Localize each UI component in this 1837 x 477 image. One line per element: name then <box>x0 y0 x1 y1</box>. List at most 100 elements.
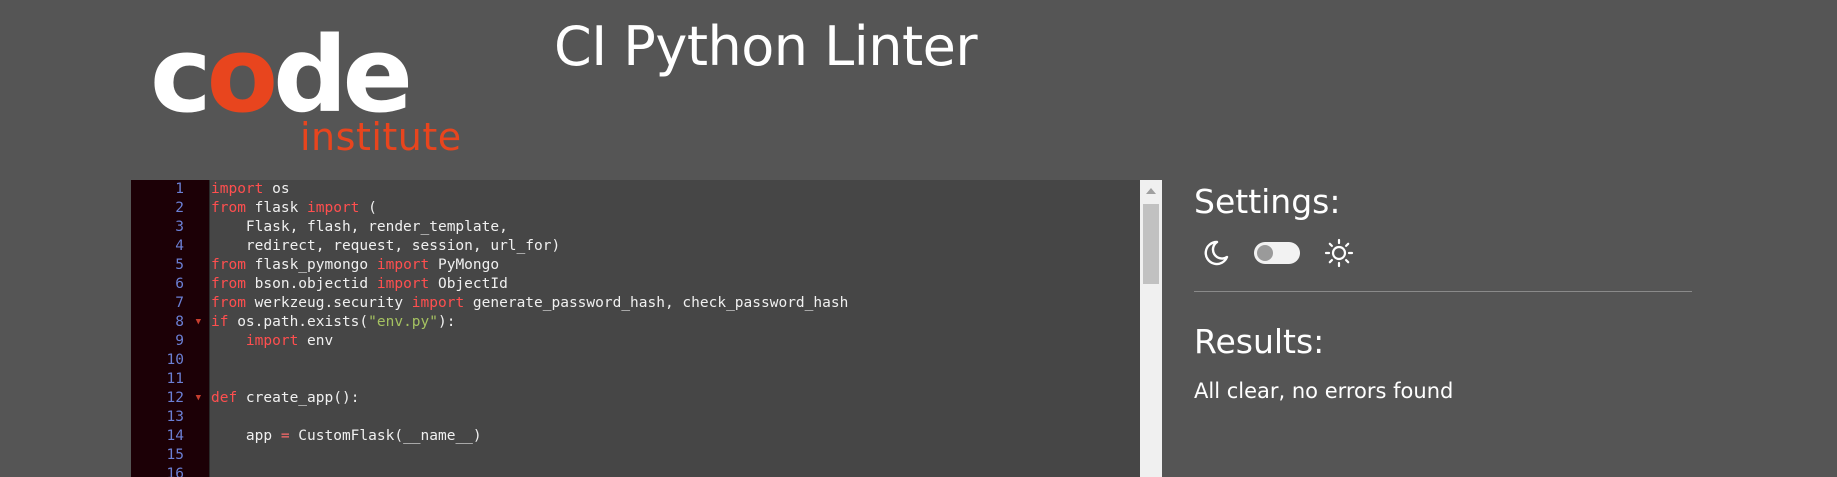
toggle-knob <box>1257 245 1273 261</box>
line-number-text: 3 <box>175 219 184 235</box>
code-line[interactable] <box>211 408 1140 427</box>
code-token: app <box>211 428 281 444</box>
code-keyword: import <box>411 295 465 311</box>
code-keyword: import <box>307 200 360 216</box>
sun-icon[interactable] <box>1324 238 1354 268</box>
line-number-text: 1 <box>175 181 184 197</box>
code-token: os.path.exists( <box>228 314 369 330</box>
line-number: 7 <box>131 294 209 313</box>
line-number-text: 4 <box>175 238 184 254</box>
line-number: 4 <box>131 237 209 256</box>
line-number-text: 13 <box>166 409 184 425</box>
code-token: ( <box>359 200 377 216</box>
code-line[interactable]: if os.path.exists("env.py"): <box>211 313 1140 332</box>
theme-settings-row <box>1200 237 1354 269</box>
line-number-text: 12 <box>166 390 184 406</box>
code-line[interactable]: from flask import ( <box>211 199 1140 218</box>
line-number: 15 <box>131 446 209 465</box>
line-number-text: 9 <box>175 333 184 349</box>
line-number: 6 <box>131 275 209 294</box>
moon-icon[interactable] <box>1200 238 1230 268</box>
line-number-text: 16 <box>166 466 184 477</box>
code-line[interactable]: from bson.objectid import ObjectId <box>211 275 1140 294</box>
code-line[interactable]: redirect, request, session, url_for) <box>211 237 1140 256</box>
code-line[interactable] <box>211 465 1140 477</box>
code-token: bson.objectid <box>245 276 377 292</box>
code-token: ObjectId <box>429 276 508 292</box>
code-token: werkzeug.security <box>245 295 412 311</box>
code-line[interactable] <box>211 446 1140 465</box>
code-token: ): <box>438 314 456 330</box>
code-line[interactable]: def create_app(): <box>211 389 1140 408</box>
code-token: CustomFlask(__name__) <box>289 428 482 444</box>
line-number: 16 <box>131 465 209 477</box>
line-number-text: 7 <box>175 295 184 311</box>
line-number-text: 10 <box>166 352 184 368</box>
fold-arrow-icon[interactable]: ▼ <box>196 389 201 408</box>
code-line[interactable] <box>211 370 1140 389</box>
code-line[interactable]: Flask, flash, render_template, <box>211 218 1140 237</box>
line-number-gutter: 1 2 3 4 5 6 7 8 ▼ 9 10 11 12 ▼ 13 14 15 16 <box>131 180 210 477</box>
scroll-up-arrow-icon[interactable] <box>1140 184 1162 198</box>
code-line[interactable] <box>211 351 1140 370</box>
editor-scrollbar[interactable] <box>1140 180 1162 477</box>
code-token: os <box>263 181 290 197</box>
line-number: 13 <box>131 408 209 427</box>
code-keyword: from <box>211 257 246 273</box>
page-title: CI Python Linter <box>554 15 978 78</box>
fold-arrow-icon[interactable]: ▼ <box>196 313 201 332</box>
line-number: 10 <box>131 351 209 370</box>
line-number: 9 <box>131 332 209 351</box>
code-line[interactable]: from werkzeug.security import generate_p… <box>211 294 1140 313</box>
results-heading: Results: <box>1194 322 1325 361</box>
line-number-text: 2 <box>175 200 184 216</box>
code-token: Flask, flash, render_template, <box>211 219 508 235</box>
code-line[interactable]: from flask_pymongo import PyMongo <box>211 256 1140 275</box>
logo-code-o: o <box>206 14 278 136</box>
code-token: flask_pymongo <box>245 257 377 273</box>
code-keyword: import <box>376 257 430 273</box>
code-line[interactable]: import os <box>211 180 1140 199</box>
scrollbar-thumb[interactable] <box>1143 204 1159 284</box>
line-number-text: 8 <box>175 314 184 330</box>
code-keyword: def <box>211 390 238 406</box>
settings-heading: Settings: <box>1194 182 1341 221</box>
code-token: env <box>298 333 334 349</box>
line-number-text: 14 <box>166 428 184 444</box>
line-number: 8 ▼ <box>131 313 209 332</box>
code-token: create_app(): <box>237 390 360 406</box>
line-number-text: 5 <box>175 257 184 273</box>
code-line[interactable]: import env <box>211 332 1140 351</box>
logo-code-c: c <box>150 14 212 136</box>
code-token: = <box>280 428 290 444</box>
line-number-text: 15 <box>166 447 184 463</box>
theme-toggle[interactable] <box>1254 242 1300 264</box>
code-editor[interactable]: 1 2 3 4 5 6 7 8 ▼ 9 10 11 12 ▼ 13 14 15 16 import os from … <box>131 180 1162 477</box>
code-keyword: from <box>211 200 246 216</box>
code-keyword: if <box>211 314 229 330</box>
code-keyword: from <box>211 295 246 311</box>
line-number-text: 11 <box>166 371 184 387</box>
code-keyword: import <box>211 181 264 197</box>
results-message: All clear, no errors found <box>1194 379 1454 403</box>
settings-results-panel: Settings: Results: All clear, no errors … <box>1162 180 1837 477</box>
line-number: 12 ▼ <box>131 389 209 408</box>
code-keyword: from <box>211 276 246 292</box>
line-number: 1 <box>131 180 209 199</box>
code-string: "env.py" <box>368 314 438 330</box>
code-keyword: import <box>245 333 299 349</box>
code-token: generate_password_hash, check_password_h… <box>464 295 849 311</box>
code-token: PyMongo <box>429 257 500 273</box>
line-number-text: 6 <box>175 276 184 292</box>
line-number: 14 <box>131 427 209 446</box>
code-line[interactable]: app = CustomFlask(__name__) <box>211 427 1140 446</box>
code-token: redirect, request, session, url_for) <box>211 238 561 254</box>
line-number: 2 <box>131 199 209 218</box>
code-area[interactable]: import os from flask import ( Flask, flas… <box>211 180 1140 477</box>
code-token: flask <box>245 200 308 216</box>
line-number: 5 <box>131 256 209 275</box>
line-number: 3 <box>131 218 209 237</box>
panel-divider <box>1194 291 1692 292</box>
logo-institute-word: institute <box>300 115 462 159</box>
